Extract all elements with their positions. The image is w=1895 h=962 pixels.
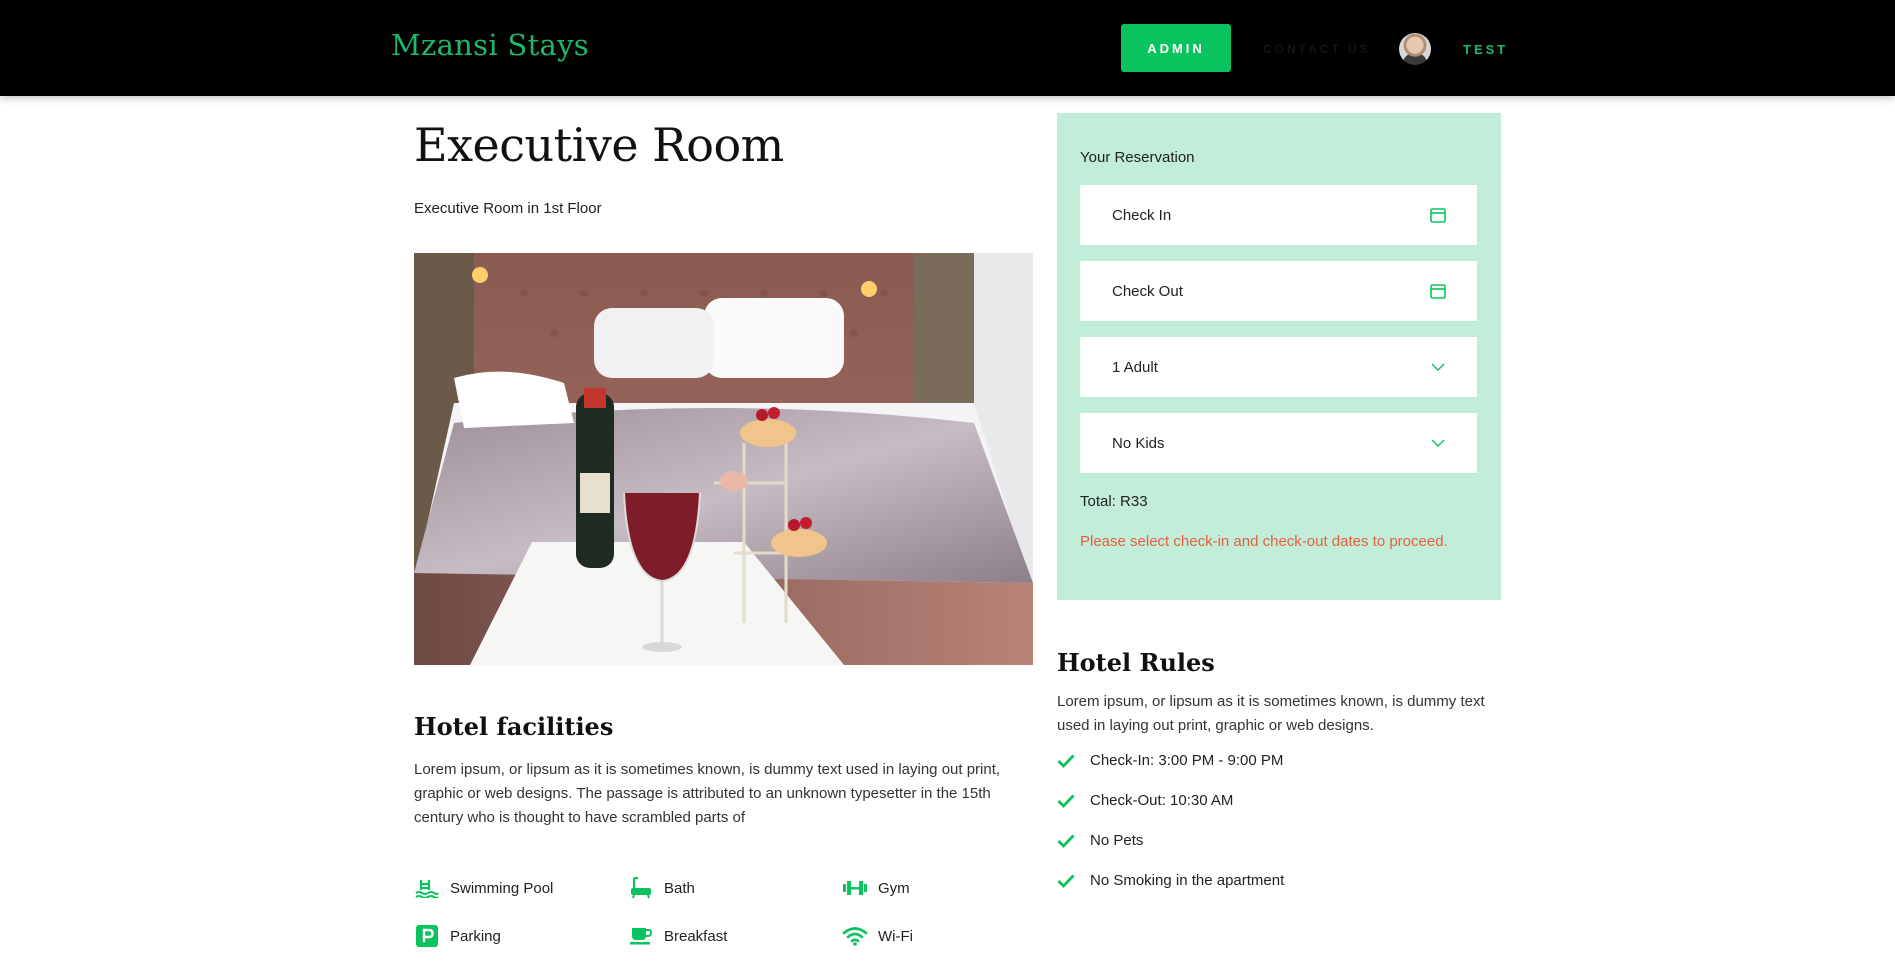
facility-label: Bath (664, 879, 695, 897)
top-navbar: Mzansi Stays ADMIN CONTACT US TEST (0, 0, 1895, 96)
rule-text: No Smoking in the apartment (1090, 872, 1285, 889)
facility-swimming-pool: Swimming Pool (414, 876, 553, 900)
room-photo (414, 253, 1033, 665)
facility-label: Wi-Fi (878, 927, 913, 945)
kids-select[interactable]: No Kids (1080, 413, 1477, 473)
bath-icon (628, 876, 654, 900)
facility-gym: Gym (842, 876, 910, 900)
admin-button[interactable]: ADMIN (1121, 24, 1231, 72)
facility-label: Gym (878, 879, 910, 897)
check-icon (1057, 754, 1075, 768)
adults-value: 1 Adult (1112, 358, 1158, 376)
rules-description: Lorem ipsum, or lipsum as it is sometime… (1057, 693, 1485, 734)
parking-icon (414, 924, 440, 948)
reservation-title: Your Reservation (1080, 149, 1195, 166)
facility-parking: Parking (414, 924, 501, 948)
rule-item: No Pets (1057, 832, 1143, 849)
facility-label: Swimming Pool (450, 879, 554, 897)
reservation-panel: Your Reservation Check In Check Out 1 Ad… (1057, 113, 1501, 600)
chevron-down-icon[interactable] (1429, 358, 1447, 376)
facility-label: Parking (450, 927, 501, 945)
reservation-error-message: Please select check-in and check-out dat… (1080, 533, 1448, 550)
calendar-icon[interactable] (1429, 282, 1447, 300)
facilities-heading: Hotel facilities (414, 712, 614, 741)
rule-text: No Pets (1090, 832, 1144, 849)
facility-label: Breakfast (664, 927, 728, 945)
rule-text: Check-Out: 10:30 AM (1090, 792, 1234, 809)
facility-breakfast: Breakfast (628, 924, 727, 948)
facility-wifi: Wi-Fi (842, 924, 913, 948)
gym-icon (842, 876, 868, 900)
rule-text: Check-In: 3:00 PM - 9:00 PM (1090, 752, 1284, 769)
calendar-icon[interactable] (1429, 206, 1447, 224)
check-icon (1057, 834, 1075, 848)
page-title: Executive Room (414, 118, 784, 172)
room-subtitle: Executive Room in 1st Floor (414, 200, 602, 217)
facilities-description: Lorem ipsum, or lipsum as it is sometime… (414, 761, 1001, 826)
check-in-label: Check In (1112, 206, 1172, 224)
nav-user-link[interactable]: TEST (1463, 42, 1508, 57)
chevron-down-icon[interactable] (1429, 434, 1447, 452)
facility-bath: Bath (628, 876, 695, 900)
rule-item: Check-In: 3:00 PM - 9:00 PM (1057, 752, 1283, 769)
adults-select[interactable]: 1 Adult (1080, 337, 1477, 397)
check-in-field[interactable]: Check In (1080, 185, 1477, 245)
rule-item: Check-Out: 10:30 AM (1057, 792, 1233, 809)
avatar[interactable] (1399, 33, 1431, 65)
check-out-label: Check Out (1112, 282, 1183, 300)
coffee-icon (628, 924, 654, 948)
nav-contact-link[interactable]: CONTACT US (1263, 42, 1371, 56)
rules-heading: Hotel Rules (1057, 648, 1215, 677)
check-icon (1057, 874, 1075, 888)
reservation-total: Total: R33 (1080, 493, 1148, 510)
check-icon (1057, 794, 1075, 808)
kids-value: No Kids (1112, 434, 1165, 452)
brand-logo[interactable]: Mzansi Stays (391, 28, 589, 62)
wifi-icon (842, 924, 868, 948)
pool-icon (414, 876, 440, 900)
check-out-field[interactable]: Check Out (1080, 261, 1477, 321)
rule-item: No Smoking in the apartment (1057, 872, 1284, 889)
